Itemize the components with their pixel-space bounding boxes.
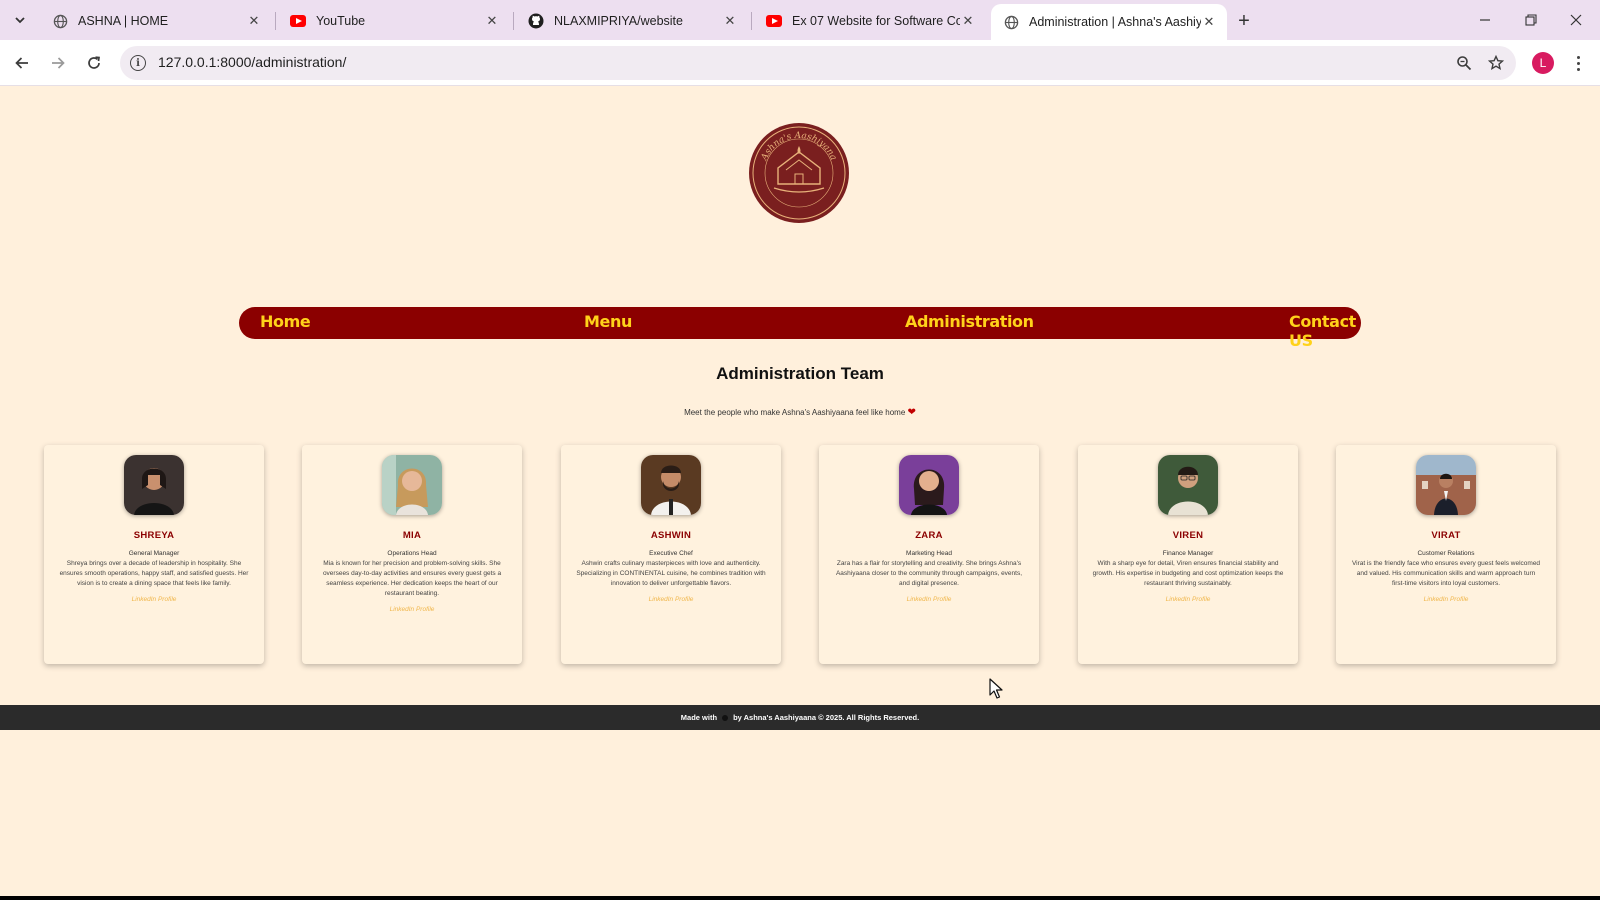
- nav-menu[interactable]: Menu: [584, 312, 632, 331]
- member-role: Customer Relations: [1417, 550, 1475, 557]
- member-role: Marketing Head: [906, 550, 952, 557]
- linkedin-link[interactable]: LinkedIn Profile: [1092, 595, 1284, 605]
- address-bar[interactable]: i 127.0.0.1:8000/administration/: [120, 46, 1516, 80]
- team-photo: [1158, 455, 1218, 515]
- close-icon[interactable]: ✕: [484, 13, 500, 29]
- member-bio: Shreya brings over a decade of leadershi…: [59, 560, 249, 587]
- back-button[interactable]: [9, 50, 35, 76]
- reload-button[interactable]: [81, 50, 107, 76]
- team-card-ashwin: ASHWIN Executive Chef Ashwin crafts culi…: [561, 445, 781, 664]
- page-content: Ashna's Aashiyana Home Menu Administrati…: [0, 86, 1600, 896]
- linkedin-link[interactable]: LinkedIn Profile: [575, 595, 767, 605]
- forward-button[interactable]: [45, 50, 71, 76]
- github-icon: [528, 13, 544, 29]
- linkedin-link[interactable]: LinkedIn Profile: [1350, 595, 1542, 605]
- nav-administration[interactable]: Administration: [905, 312, 1034, 331]
- tab-title: YouTube: [316, 14, 366, 28]
- member-name: ASHWIN: [650, 530, 692, 541]
- tab-strip: ASHNA | HOME ✕ YouTube ✕ NLAXMIPRIYA/web…: [0, 0, 1600, 40]
- tab-separator: [751, 12, 752, 30]
- bookmark-star-icon[interactable]: [1486, 53, 1506, 73]
- team-photo: [124, 455, 184, 515]
- member-role: General Manager: [128, 550, 180, 557]
- heart-icon: [722, 714, 729, 721]
- linkedin-link[interactable]: LinkedIn Profile: [316, 605, 508, 615]
- tab-title: Administration | Ashna's Aashiy: [1029, 15, 1201, 29]
- tab-title: ASHNA | HOME: [78, 14, 169, 28]
- team-photo: [1416, 455, 1476, 515]
- team-card-mia: MIA Operations Head Mia is known for her…: [302, 445, 522, 664]
- nav-contact-us[interactable]: Contact US: [1289, 312, 1361, 350]
- team-card-shreya: SHREYA General Manager Shreya brings ove…: [44, 445, 264, 664]
- browser-menu-icon[interactable]: [1568, 51, 1588, 75]
- member-bio: Mia is known for her precision and probl…: [322, 560, 502, 597]
- tab-administration[interactable]: Administration | Ashna's Aashiy ✕: [991, 4, 1227, 40]
- member-role: Operations Head: [387, 550, 437, 557]
- tab-search-button[interactable]: [8, 8, 32, 32]
- member-name: VIREN: [1172, 530, 1204, 541]
- member-name: MIA: [402, 530, 422, 541]
- restore-icon: [1525, 14, 1537, 26]
- close-window-button[interactable]: [1561, 8, 1591, 32]
- close-icon[interactable]: ✕: [722, 13, 738, 29]
- chevron-down-icon: [15, 17, 25, 24]
- team-card-zara: ZARA Marketing Head Zara has a flair for…: [819, 445, 1039, 664]
- minimize-icon: [1480, 19, 1490, 21]
- back-arrow-icon: [15, 57, 28, 69]
- mouse-cursor-icon: [989, 678, 1003, 699]
- zoom-icon[interactable]: [1454, 53, 1474, 73]
- forward-arrow-icon: [52, 57, 65, 69]
- main-navigation: Home Menu Administration Contact US: [239, 307, 1361, 350]
- site-info-icon[interactable]: i: [130, 55, 146, 71]
- youtube-icon: [290, 13, 306, 29]
- youtube-icon: [766, 13, 782, 29]
- browser-toolbar: i 127.0.0.1:8000/administration/ L: [0, 40, 1600, 86]
- close-icon[interactable]: ✕: [960, 13, 976, 29]
- team-card-virat: VIRAT Customer Relations Virat is the fr…: [1336, 445, 1556, 664]
- heart-icon: ❤: [907, 407, 916, 418]
- close-icon[interactable]: ✕: [246, 13, 262, 29]
- tab-youtube[interactable]: YouTube ✕: [278, 6, 510, 36]
- profile-avatar[interactable]: L: [1532, 52, 1554, 74]
- member-bio: Zara has a flair for storytelling and cr…: [835, 560, 1023, 587]
- minimize-button[interactable]: [1470, 8, 1500, 32]
- member-name: ZARA: [915, 530, 943, 541]
- member-bio: With a sharp eye for detail, Viren ensur…: [1092, 560, 1284, 587]
- close-icon: [1570, 14, 1582, 26]
- restaurant-logo[interactable]: Ashna's Aashiyana: [748, 122, 850, 224]
- tab-separator: [513, 12, 514, 30]
- member-bio: Virat is the friendly face who ensures e…: [1351, 560, 1541, 587]
- member-name: SHREYA: [133, 530, 175, 541]
- nav-home[interactable]: Home: [260, 312, 311, 331]
- tab-title: NLAXMIPRIYA/website: [554, 14, 683, 28]
- close-icon[interactable]: ✕: [1201, 14, 1217, 30]
- footer-text-after: by Ashna's Aashiyaana © 2025. All Rights…: [733, 713, 920, 722]
- reload-icon: [88, 56, 100, 69]
- page-title: Administration Team: [716, 364, 884, 383]
- tab-title: Ex 07 Website for Software Con: [792, 14, 960, 28]
- team-photo: [382, 455, 442, 515]
- member-role: Executive Chef: [649, 550, 693, 557]
- tab-ashna-home[interactable]: ASHNA | HOME ✕: [40, 6, 272, 36]
- tab-youtube-ex07[interactable]: Ex 07 Website for Software Con ✕: [754, 6, 986, 36]
- globe-icon: [52, 13, 68, 29]
- team-photo: [899, 455, 959, 515]
- globe-icon: [1003, 14, 1019, 30]
- site-footer: Made with by Ashna's Aashiyaana © 2025. …: [0, 705, 1600, 730]
- linkedin-link[interactable]: LinkedIn Profile: [58, 595, 250, 605]
- new-tab-button[interactable]: +: [1232, 9, 1256, 33]
- subtitle-text: Meet the people who make Ashna's Aashiya…: [684, 408, 906, 417]
- page-subtitle: Meet the people who make Ashna's Aashiya…: [0, 407, 1600, 418]
- tab-separator: [275, 12, 276, 30]
- footer-text-before: Made with: [680, 713, 718, 722]
- team-card-viren: VIREN Finance Manager With a sharp eye f…: [1078, 445, 1298, 664]
- restore-button[interactable]: [1516, 8, 1546, 32]
- url-text[interactable]: 127.0.0.1:8000/administration/: [158, 54, 346, 70]
- tab-github[interactable]: NLAXMIPRIYA/website ✕: [516, 6, 748, 36]
- member-name: VIRAT: [1431, 530, 1461, 541]
- member-role: Finance Manager: [1162, 550, 1214, 557]
- team-photo: [641, 455, 701, 515]
- linkedin-link[interactable]: LinkedIn Profile: [833, 595, 1025, 605]
- member-bio: Ashwin crafts culinary masterpieces with…: [576, 560, 766, 587]
